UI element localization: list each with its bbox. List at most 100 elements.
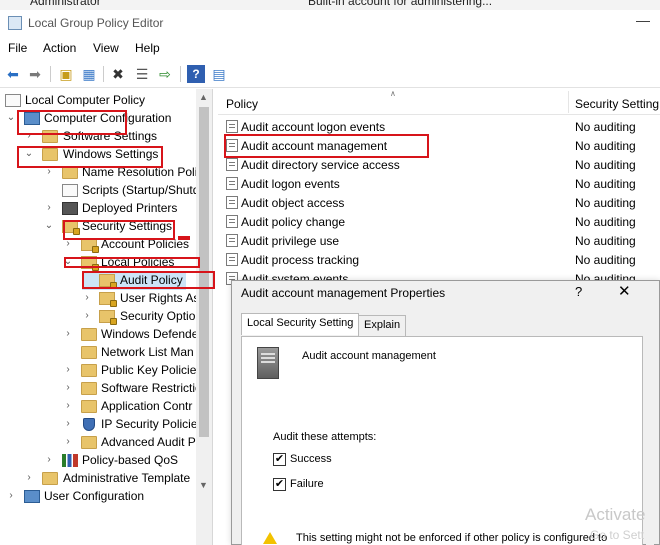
delete-icon[interactable]: ✖ bbox=[109, 65, 127, 83]
chevron-right-icon[interactable]: › bbox=[82, 310, 92, 321]
tree-item-label: Windows Defende bbox=[101, 327, 199, 341]
tree-item-label: Computer Configuration bbox=[44, 111, 172, 125]
chevron-right-icon[interactable]: › bbox=[63, 436, 73, 447]
close-button[interactable]: ✕ bbox=[618, 282, 631, 300]
column-header-security-setting[interactable]: Security Setting bbox=[575, 97, 659, 111]
policy-name: Audit account management bbox=[241, 139, 388, 153]
list-item[interactable]: Audit object access No auditing bbox=[218, 193, 660, 212]
tree-item-label: Administrative Template bbox=[63, 471, 191, 485]
policy-name: Audit account logon events bbox=[241, 120, 386, 134]
chevron-right-icon[interactable]: › bbox=[63, 382, 73, 393]
help-button[interactable]: ? bbox=[575, 284, 582, 299]
list-item[interactable]: Audit logon events No auditing bbox=[218, 174, 660, 193]
list-item[interactable]: Audit directory service access No auditi… bbox=[218, 155, 660, 174]
chevron-right-icon[interactable]: › bbox=[63, 238, 73, 249]
dialog-scrollbar[interactable] bbox=[646, 336, 654, 545]
list-item[interactable]: Audit account management No auditing bbox=[218, 136, 660, 155]
tree-item-label: Account Policies bbox=[101, 237, 190, 251]
policy-setting: No auditing bbox=[575, 158, 636, 172]
properties-icon[interactable]: ☰ bbox=[133, 65, 151, 83]
scroll-thumb[interactable] bbox=[199, 107, 209, 437]
policy-name: Audit privilege use bbox=[241, 234, 340, 248]
policy-icon bbox=[226, 139, 238, 152]
policy-name: Audit directory service access bbox=[241, 158, 400, 172]
chevron-right-icon[interactable]: › bbox=[63, 418, 73, 429]
tree-item-label: Public Key Policie bbox=[101, 363, 197, 377]
policy-name: Audit object access bbox=[241, 196, 345, 210]
chevron-right-icon[interactable]: › bbox=[63, 364, 73, 375]
chevron-right-icon[interactable]: › bbox=[44, 202, 54, 213]
chevron-right-icon[interactable]: › bbox=[44, 166, 54, 177]
tab-explain[interactable]: Explain bbox=[358, 315, 407, 336]
tree-item-label: Local Computer Policy bbox=[25, 93, 146, 107]
policy-icon bbox=[226, 120, 238, 133]
policy-icon bbox=[226, 177, 238, 190]
failure-checkbox[interactable]: ✔ bbox=[273, 478, 286, 491]
chevron-right-icon[interactable]: › bbox=[24, 472, 34, 483]
sort-up-icon: ∧ bbox=[390, 89, 396, 98]
export-list-icon[interactable]: ⇨ bbox=[156, 65, 174, 83]
policy-setting: No auditing bbox=[575, 215, 636, 229]
view-icon[interactable]: ▤ bbox=[210, 65, 228, 83]
success-label[interactable]: Success bbox=[290, 453, 332, 465]
minimize-button[interactable]: — bbox=[630, 12, 656, 34]
back-icon[interactable]: ⬅ bbox=[4, 65, 22, 83]
policy-name: Audit policy change bbox=[241, 215, 346, 229]
chevron-down-icon[interactable]: ⌄ bbox=[24, 148, 34, 159]
policy-name: Audit logon events bbox=[241, 177, 340, 191]
menu-view[interactable]: View bbox=[93, 41, 119, 55]
list-item[interactable]: Audit process tracking No auditing bbox=[218, 250, 660, 269]
tab-local-security-setting[interactable]: Local Security Setting bbox=[241, 313, 360, 335]
chevron-down-icon[interactable]: ⌄ bbox=[6, 112, 16, 123]
column-divider[interactable] bbox=[568, 91, 569, 113]
show-hide-tree-icon[interactable]: ▦ bbox=[80, 65, 98, 83]
failure-label[interactable]: Failure bbox=[290, 478, 324, 490]
chevron-right-icon[interactable]: › bbox=[82, 292, 92, 303]
chevron-right-icon[interactable]: › bbox=[44, 454, 54, 465]
chart-icon bbox=[62, 454, 78, 467]
folder-icon bbox=[81, 346, 97, 359]
title-bar: Local Group Policy Editor — bbox=[0, 10, 660, 38]
list-item[interactable]: Audit policy change No auditing bbox=[218, 212, 660, 231]
shield-icon bbox=[83, 418, 95, 431]
scroll-up-icon[interactable]: ▲ bbox=[199, 92, 208, 102]
folder-icon bbox=[81, 382, 97, 395]
list-item[interactable]: Audit account logon events No auditing bbox=[218, 117, 660, 136]
dialog-title: Audit account management Properties bbox=[241, 286, 446, 300]
help-icon[interactable]: ? bbox=[187, 65, 205, 83]
success-checkbox[interactable]: ✔ bbox=[273, 453, 286, 466]
policy-icon bbox=[226, 234, 238, 247]
tree-item-label: Security Optio bbox=[120, 309, 196, 323]
tree-item-audit-policy[interactable]: Audit Policy bbox=[82, 272, 186, 290]
toolbar: ⬅ ➡ ▣ ▦ ✖ ☰ ⇨ ? ▤ bbox=[0, 60, 660, 88]
folder-icon bbox=[81, 436, 97, 449]
folder-icon bbox=[42, 148, 58, 161]
folder-lock-icon bbox=[62, 220, 80, 235]
app-icon bbox=[8, 16, 22, 30]
chevron-right-icon[interactable]: › bbox=[63, 328, 73, 339]
menu-file[interactable]: File bbox=[8, 41, 27, 55]
warning-text: This setting might not be enforced if ot… bbox=[296, 532, 608, 544]
scroll-down-icon[interactable]: ▼ bbox=[199, 480, 208, 490]
toolbar-separator bbox=[50, 66, 51, 82]
chevron-right-icon[interactable]: › bbox=[63, 400, 73, 411]
policy-icon bbox=[226, 158, 238, 171]
activation-watermark: Activate bbox=[585, 505, 646, 524]
chevron-down-icon[interactable]: ⌄ bbox=[63, 256, 73, 267]
chevron-right-icon[interactable]: › bbox=[6, 490, 16, 501]
menu-help[interactable]: Help bbox=[135, 41, 160, 55]
menu-action[interactable]: Action bbox=[43, 41, 76, 55]
policy-setting: No auditing bbox=[575, 177, 636, 191]
console-tree[interactable]: Local Computer Policy ⌄ Computer Configu… bbox=[0, 89, 213, 545]
tree-item-label: Name Resolution Poli bbox=[82, 165, 198, 179]
forward-icon[interactable]: ➡ bbox=[26, 65, 44, 83]
tree-scrollbar[interactable]: ▲ ▼ bbox=[196, 89, 212, 545]
chevron-right-icon[interactable]: › bbox=[24, 130, 34, 141]
chevron-down-icon[interactable]: ⌄ bbox=[44, 220, 54, 231]
column-header-policy[interactable]: Policy bbox=[226, 97, 258, 111]
toolbar-separator bbox=[180, 66, 181, 82]
list-item[interactable]: Audit privilege use No auditing bbox=[218, 231, 660, 250]
folder-icon bbox=[81, 364, 97, 377]
up-folder-icon[interactable]: ▣ bbox=[57, 65, 75, 83]
menu-bar: File Action View Help bbox=[0, 38, 660, 58]
